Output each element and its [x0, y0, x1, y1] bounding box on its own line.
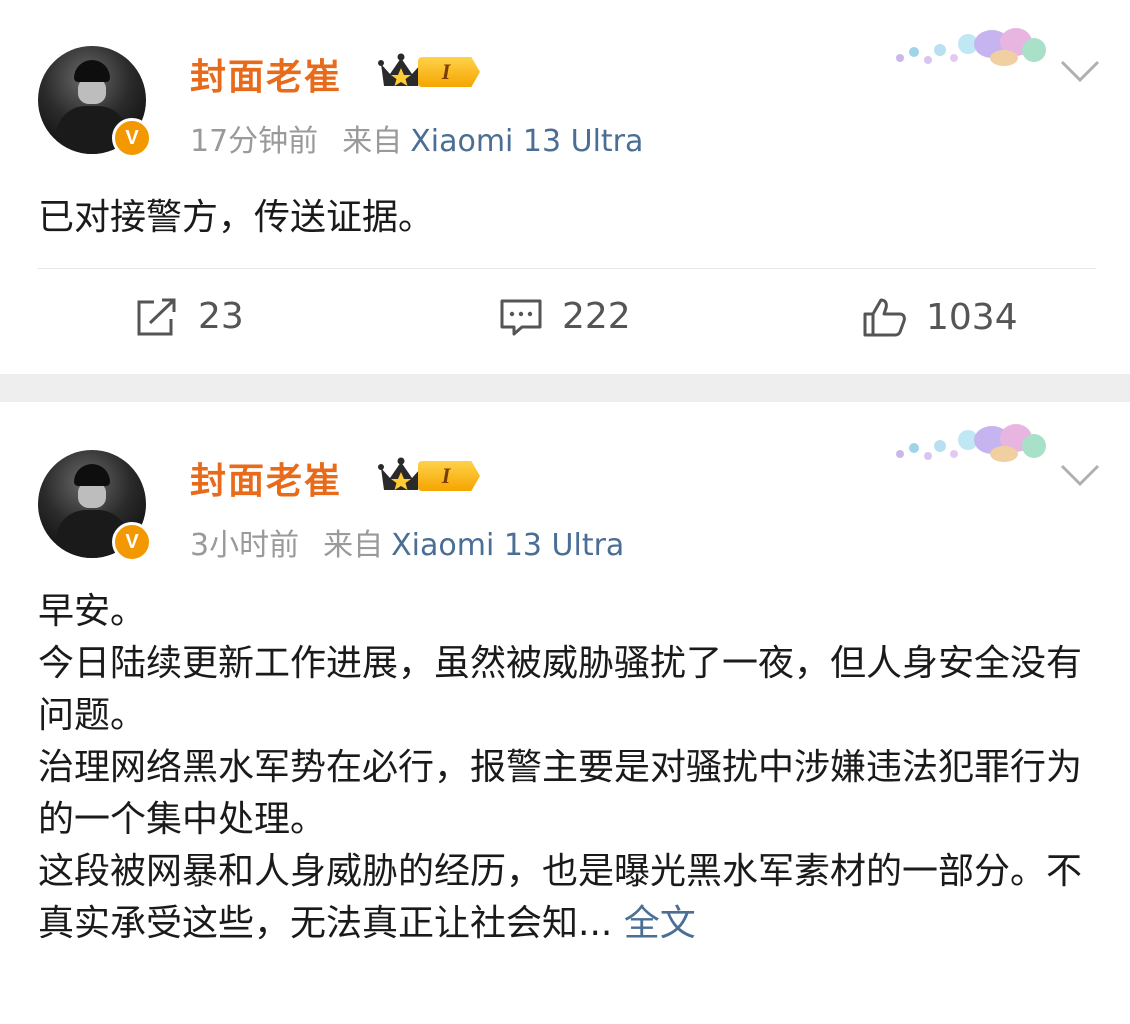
avatar[interactable]: V: [38, 450, 152, 562]
weibo-post-1: V 封面老崔 I 17分钟前 来自 Xiaomi 13 Ultra 已对接警方，…: [0, 0, 1130, 374]
verified-badge: V: [112, 522, 152, 562]
crown-icon: [378, 52, 424, 92]
comment-button[interactable]: 222: [498, 296, 631, 337]
vip-badge[interactable]: I: [378, 52, 480, 92]
post-line: 治理网络黑水军势在必行，报警主要是对骚扰中涉嫌违法犯罪行为的一个集中处理。: [38, 747, 1083, 840]
post-text: 早安。 今日陆续更新工作进展，虽然被威胁骚扰了一夜，但人身安全没有问题。 治理网…: [38, 586, 1098, 950]
avatar[interactable]: V: [38, 46, 152, 158]
post-line-text: 这段被网暴和人身威胁的经历，也是曝光黑水军素材的一部分。不真实承受这些，无法真正…: [38, 851, 1083, 944]
post-meta: 3小时前 来自 Xiaomi 13 Ultra: [190, 520, 624, 564]
post-line: 早安。: [38, 591, 147, 632]
source-label: 来自: [342, 124, 403, 159]
full-text-link[interactable]: 全文: [624, 903, 696, 944]
crown-icon: [378, 456, 424, 496]
post-line: 今日陆续更新工作进展，虽然被威胁骚扰了一夜，但人身安全没有问题。: [38, 643, 1083, 736]
vip-level-tag: I: [418, 57, 480, 87]
username[interactable]: 封面老崔: [190, 452, 342, 504]
like-icon: [863, 298, 906, 337]
vip-badge[interactable]: I: [378, 456, 480, 496]
comment-icon: [500, 299, 542, 335]
post-line: 这段被网暴和人身威胁的经历，也是曝光黑水军素材的一部分。不真实承受这些，无法真正…: [38, 846, 1098, 950]
comment-count: 222: [562, 296, 631, 337]
divider: [38, 268, 1096, 269]
post-meta: 17分钟前 来自 Xiaomi 13 Ultra: [190, 116, 643, 160]
action-bar: 23 222 1034: [0, 296, 1130, 352]
decoration-pendant: [880, 20, 1050, 84]
share-icon: [137, 298, 176, 335]
username[interactable]: 封面老崔: [190, 48, 342, 100]
source-device[interactable]: Xiaomi 13 Ultra: [410, 124, 643, 159]
share-button[interactable]: 23: [134, 296, 244, 337]
chevron-down-icon[interactable]: [1060, 462, 1100, 488]
post-time: 3小时前: [190, 528, 300, 563]
vip-level-tag: I: [418, 461, 480, 491]
share-count: 23: [198, 296, 244, 337]
like-count: 1034: [926, 296, 1018, 338]
post-separator: [0, 374, 1130, 402]
post-time: 17分钟前: [190, 124, 319, 159]
like-button[interactable]: 1034: [862, 296, 1018, 338]
chevron-down-icon[interactable]: [1060, 58, 1100, 84]
post-text: 已对接警方，传送证据。: [38, 197, 435, 238]
verified-badge: V: [112, 118, 152, 158]
source-device[interactable]: Xiaomi 13 Ultra: [391, 528, 624, 563]
decoration-pendant: [880, 416, 1050, 480]
source-label: 来自: [323, 528, 384, 563]
